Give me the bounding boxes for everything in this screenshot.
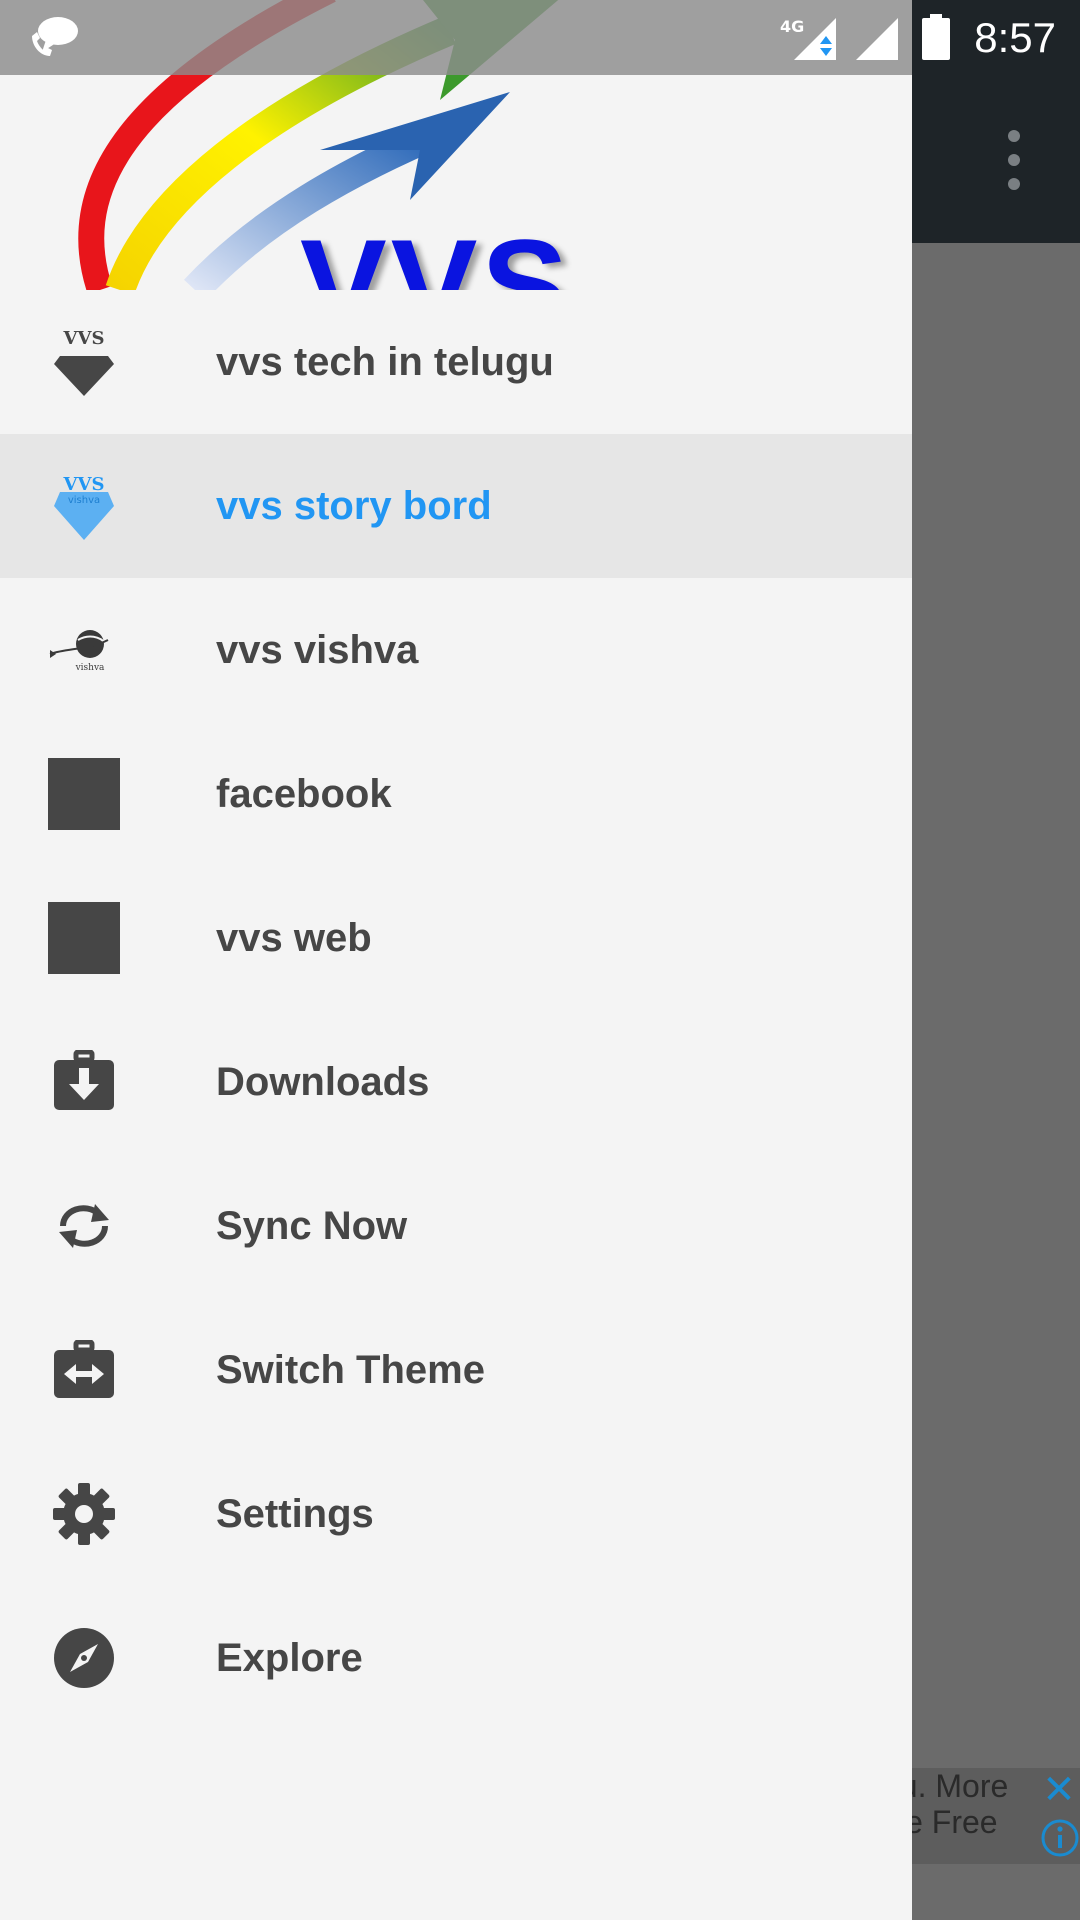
menu-item-label: vvs tech in telugu bbox=[216, 340, 554, 384]
navigation-drawer: VVS VVS vvs tech in telugu VVS vishva vv bbox=[0, 0, 912, 1920]
ad-info-icon[interactable] bbox=[1040, 1818, 1080, 1858]
menu-item-switch-theme[interactable]: Switch Theme bbox=[0, 1298, 912, 1442]
svg-text:VVS: VVS bbox=[63, 474, 105, 495]
menu-item-explore[interactable]: Explore bbox=[0, 1586, 912, 1730]
menu-item-downloads[interactable]: Downloads bbox=[0, 1010, 912, 1154]
menu-item-label: vvs vishva bbox=[216, 628, 419, 672]
overflow-menu-icon[interactable] bbox=[998, 130, 1030, 190]
drawer-menu-list: VVS vvs tech in telugu VVS vishva vvs st… bbox=[0, 290, 912, 1730]
status-time: 8:57 bbox=[974, 14, 1056, 61]
menu-item-vvs-vishva[interactable]: vishva vvs vishva bbox=[0, 578, 912, 722]
compass-icon bbox=[48, 1622, 120, 1694]
menu-item-label: Switch Theme bbox=[216, 1348, 485, 1392]
ad-text: ou. More sle Free bbox=[912, 1768, 1009, 1840]
menu-item-label: Downloads bbox=[216, 1060, 430, 1104]
download-box-icon bbox=[48, 1046, 120, 1118]
menu-item-label: facebook bbox=[216, 772, 392, 816]
svg-text:4G: 4G bbox=[780, 17, 804, 36]
menu-item-settings[interactable]: Settings bbox=[0, 1442, 912, 1586]
square-icon bbox=[48, 902, 120, 974]
logo-text: VVS bbox=[300, 212, 573, 290]
ad-banner[interactable]: ou. More sle Free ✕ bbox=[912, 1768, 1080, 1864]
sync-icon bbox=[48, 1190, 120, 1262]
vvs-diamond-icon: VVS bbox=[48, 326, 120, 398]
menu-item-label: Settings bbox=[216, 1492, 374, 1536]
battery-icon bbox=[920, 14, 952, 65]
gear-icon bbox=[48, 1478, 120, 1550]
status-bar: 4G 8:57 bbox=[0, 0, 1080, 75]
signal-4g-icon: 4G bbox=[780, 16, 840, 67]
svg-text:vishva: vishva bbox=[68, 495, 100, 506]
whatsapp-icon bbox=[28, 14, 80, 65]
menu-item-facebook[interactable]: facebook bbox=[0, 722, 912, 866]
vvs-vishva-diamond-icon: VVS vishva bbox=[48, 470, 120, 542]
ad-close-icon[interactable]: ✕ bbox=[1038, 1768, 1080, 1812]
menu-item-vvs-story-bord[interactable]: VVS vishva vvs story bord bbox=[0, 434, 912, 578]
menu-item-vvs-web[interactable]: vvs web bbox=[0, 866, 912, 1010]
signal-icon bbox=[856, 16, 900, 65]
square-icon bbox=[48, 758, 120, 830]
menu-item-sync-now[interactable]: Sync Now bbox=[0, 1154, 912, 1298]
vishva-logo-icon: vishva bbox=[48, 614, 120, 686]
menu-item-label: Explore bbox=[216, 1636, 363, 1680]
menu-item-label: vvs story bord bbox=[216, 484, 492, 528]
switch-theme-icon bbox=[48, 1334, 120, 1406]
menu-item-label: Sync Now bbox=[216, 1204, 408, 1248]
svg-text:VVS: VVS bbox=[63, 328, 105, 349]
menu-item-vvs-tech-in-telugu[interactable]: VVS vvs tech in telugu bbox=[0, 290, 912, 434]
svg-text:vishva: vishva bbox=[75, 663, 105, 673]
menu-item-label: vvs web bbox=[216, 916, 372, 960]
